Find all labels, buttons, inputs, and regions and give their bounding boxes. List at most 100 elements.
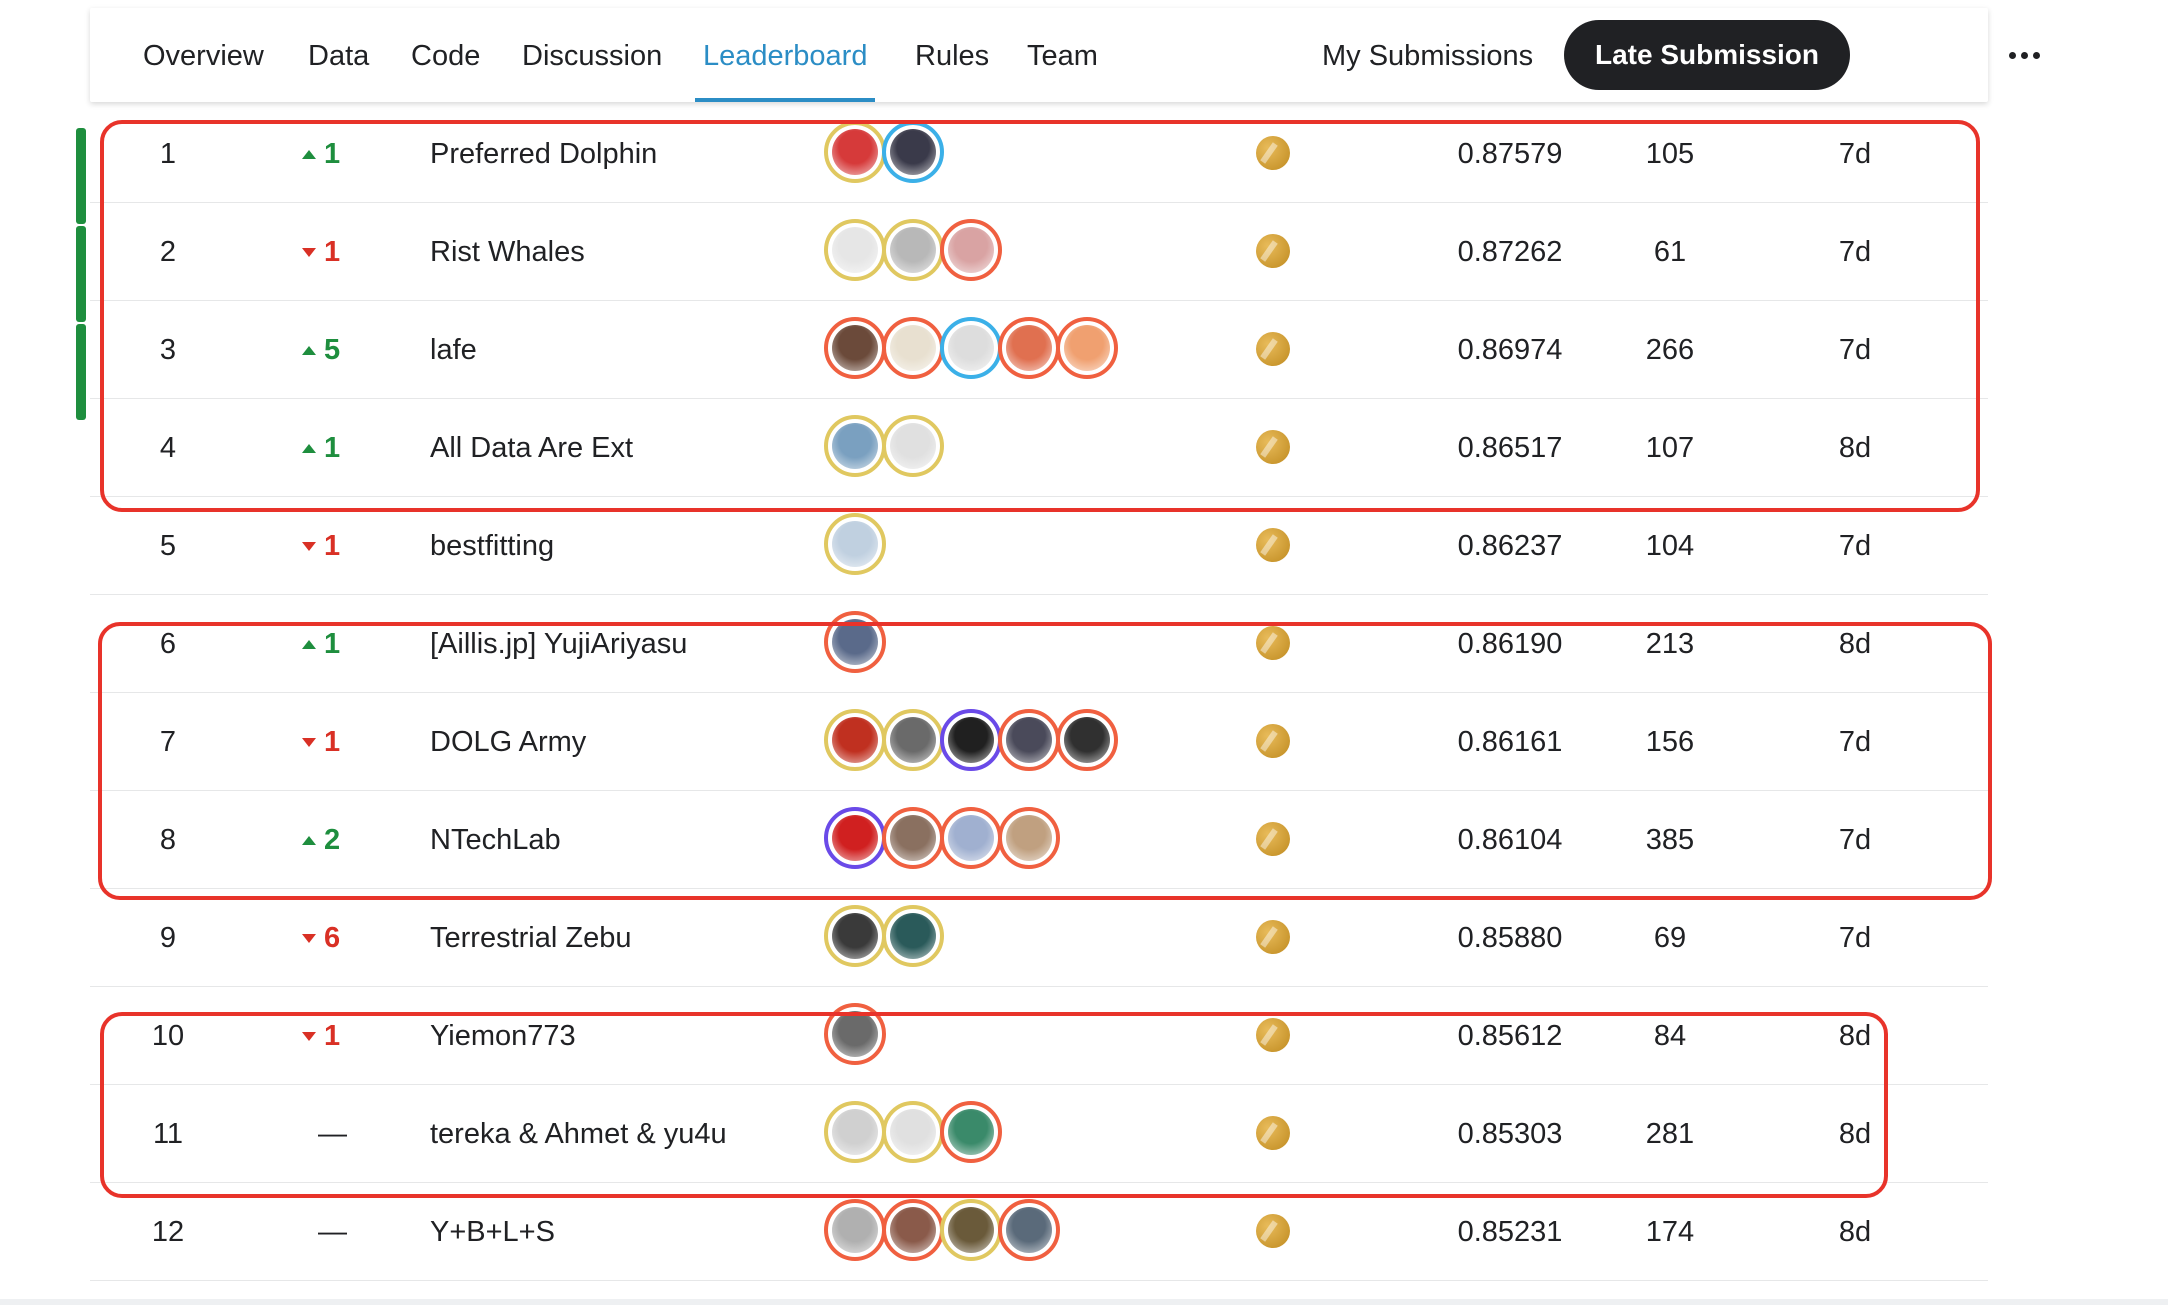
arrow-up-icon xyxy=(302,346,316,355)
leaderboard-row[interactable]: 12 — Y+B+L+S 0.85231 174 8d xyxy=(90,1182,1988,1281)
rank-change: 1 xyxy=(302,398,340,496)
team-name[interactable]: Terrestrial Zebu xyxy=(430,888,631,986)
avatar[interactable] xyxy=(998,709,1060,771)
avatar[interactable] xyxy=(824,1101,886,1163)
medal-icon xyxy=(1256,528,1290,562)
avatar[interactable] xyxy=(882,415,944,477)
last-submission: 7d xyxy=(1838,334,1872,366)
team-name[interactable]: NTechLab xyxy=(430,790,561,888)
avatar[interactable] xyxy=(998,807,1060,869)
tab-overview[interactable]: Overview xyxy=(143,8,264,102)
avatar[interactable] xyxy=(824,121,886,183)
avatar[interactable] xyxy=(824,219,886,281)
leaderboard-row[interactable]: 11 — tereka & Ahmet & yu4u 0.85303 281 8d xyxy=(90,1084,1988,1183)
avatar[interactable] xyxy=(882,905,944,967)
rank-change-value: 1 xyxy=(324,530,341,562)
rank: 2 xyxy=(159,236,177,268)
team-name[interactable]: Preferred Dolphin xyxy=(430,104,657,202)
tab-rules[interactable]: Rules xyxy=(915,8,989,102)
late-submission-button[interactable]: Late Submission xyxy=(1564,20,1850,90)
leaderboard-row[interactable]: 7 1 DOLG Army 0.86161 156 7d xyxy=(90,692,1988,791)
last-submission: 7d xyxy=(1838,922,1872,954)
entries-count: 213 xyxy=(1645,628,1695,660)
avatar[interactable] xyxy=(940,219,1002,281)
more-horizontal-icon[interactable] xyxy=(2000,30,2050,80)
avatar[interactable] xyxy=(824,513,886,575)
team-name[interactable]: Rist Whales xyxy=(430,202,585,300)
avatar[interactable] xyxy=(940,709,1002,771)
team-name[interactable]: DOLG Army xyxy=(430,692,586,790)
leaderboard-row[interactable]: 1 1 Preferred Dolphin 0.87579 105 7d xyxy=(90,104,1988,203)
leaderboard-row[interactable]: 4 1 All Data Are Ext 0.86517 107 8d xyxy=(90,398,1988,497)
avatar[interactable] xyxy=(882,1101,944,1163)
team-name[interactable]: [Aillis.jp] YujiAriyasu xyxy=(430,594,687,692)
avatar[interactable] xyxy=(824,415,886,477)
entries-count: 107 xyxy=(1645,432,1695,464)
avatar[interactable] xyxy=(882,219,944,281)
entries-count: 104 xyxy=(1645,530,1695,562)
avatar[interactable] xyxy=(882,709,944,771)
medal-icon xyxy=(1256,430,1290,464)
entries-count: 174 xyxy=(1645,1216,1695,1248)
rank: 4 xyxy=(159,432,177,464)
team-name[interactable]: tereka & Ahmet & yu4u xyxy=(430,1084,727,1182)
avatar[interactable] xyxy=(824,1199,886,1261)
avatar[interactable] xyxy=(998,317,1060,379)
avatar[interactable] xyxy=(824,709,886,771)
team-name[interactable]: All Data Are Ext xyxy=(430,398,633,496)
score: 0.86517 xyxy=(1457,432,1563,464)
score: 0.87262 xyxy=(1457,236,1563,268)
avatar[interactable] xyxy=(998,1199,1060,1261)
entries-count: 105 xyxy=(1645,138,1695,170)
team-name[interactable]: Yiemon773 xyxy=(430,986,576,1084)
avatar[interactable] xyxy=(882,317,944,379)
last-submission: 8d xyxy=(1838,1118,1872,1150)
team-name[interactable]: bestfitting xyxy=(430,496,554,594)
arrow-up-icon xyxy=(302,640,316,649)
avatar[interactable] xyxy=(940,1199,1002,1261)
last-submission: 8d xyxy=(1838,628,1872,660)
tab-team[interactable]: Team xyxy=(1027,8,1098,102)
leaderboard-row[interactable]: 3 5 lafe 0.86974 266 7d xyxy=(90,300,1988,399)
last-submission: 7d xyxy=(1838,824,1872,856)
gold-zone-indicator xyxy=(76,128,86,224)
rank: 5 xyxy=(159,530,177,562)
avatar[interactable] xyxy=(1056,317,1118,379)
leaderboard-row[interactable]: 5 1 bestfitting 0.86237 104 7d xyxy=(90,496,1988,595)
avatar[interactable] xyxy=(824,905,886,967)
medal-icon xyxy=(1256,724,1290,758)
avatar[interactable] xyxy=(824,807,886,869)
entries-count: 385 xyxy=(1645,824,1695,856)
tab-data[interactable]: Data xyxy=(308,8,369,102)
rank-change-value: 2 xyxy=(324,824,341,856)
tab-discussion[interactable]: Discussion xyxy=(522,8,662,102)
avatar[interactable] xyxy=(824,317,886,379)
leaderboard-row[interactable]: 9 6 Terrestrial Zebu 0.85880 69 7d xyxy=(90,888,1988,987)
leaderboard-row[interactable]: 6 1 [Aillis.jp] YujiAriyasu 0.86190 213 8d xyxy=(90,594,1988,693)
avatar[interactable] xyxy=(824,1003,886,1065)
tab-code[interactable]: Code xyxy=(411,8,480,102)
score: 0.86237 xyxy=(1457,530,1563,562)
rank: 6 xyxy=(159,628,177,660)
rank: 9 xyxy=(159,922,177,954)
leaderboard-row[interactable]: 8 2 NTechLab 0.86104 385 7d xyxy=(90,790,1988,889)
rank-change: 1 xyxy=(302,202,340,300)
team-name[interactable]: Y+B+L+S xyxy=(430,1182,555,1280)
avatar[interactable] xyxy=(882,807,944,869)
avatar[interactable] xyxy=(940,807,1002,869)
avatar[interactable] xyxy=(824,611,886,673)
avatar[interactable] xyxy=(940,317,1002,379)
avatar[interactable] xyxy=(940,1101,1002,1163)
entries-count: 84 xyxy=(1653,1020,1687,1052)
avatar[interactable] xyxy=(882,121,944,183)
leaderboard-row[interactable]: 10 1 Yiemon773 0.85612 84 8d xyxy=(90,986,1988,1085)
rank-change: — xyxy=(318,1084,347,1182)
avatar[interactable] xyxy=(1056,709,1118,771)
team-name[interactable]: lafe xyxy=(430,300,477,398)
rank-change-value: 1 xyxy=(324,138,341,170)
entries-count: 266 xyxy=(1645,334,1695,366)
avatar[interactable] xyxy=(882,1199,944,1261)
tab-leaderboard[interactable]: Leaderboard xyxy=(694,8,876,102)
my-submissions-link[interactable]: My Submissions xyxy=(1322,8,1533,102)
leaderboard-row[interactable]: 2 1 Rist Whales 0.87262 61 7d xyxy=(90,202,1988,301)
